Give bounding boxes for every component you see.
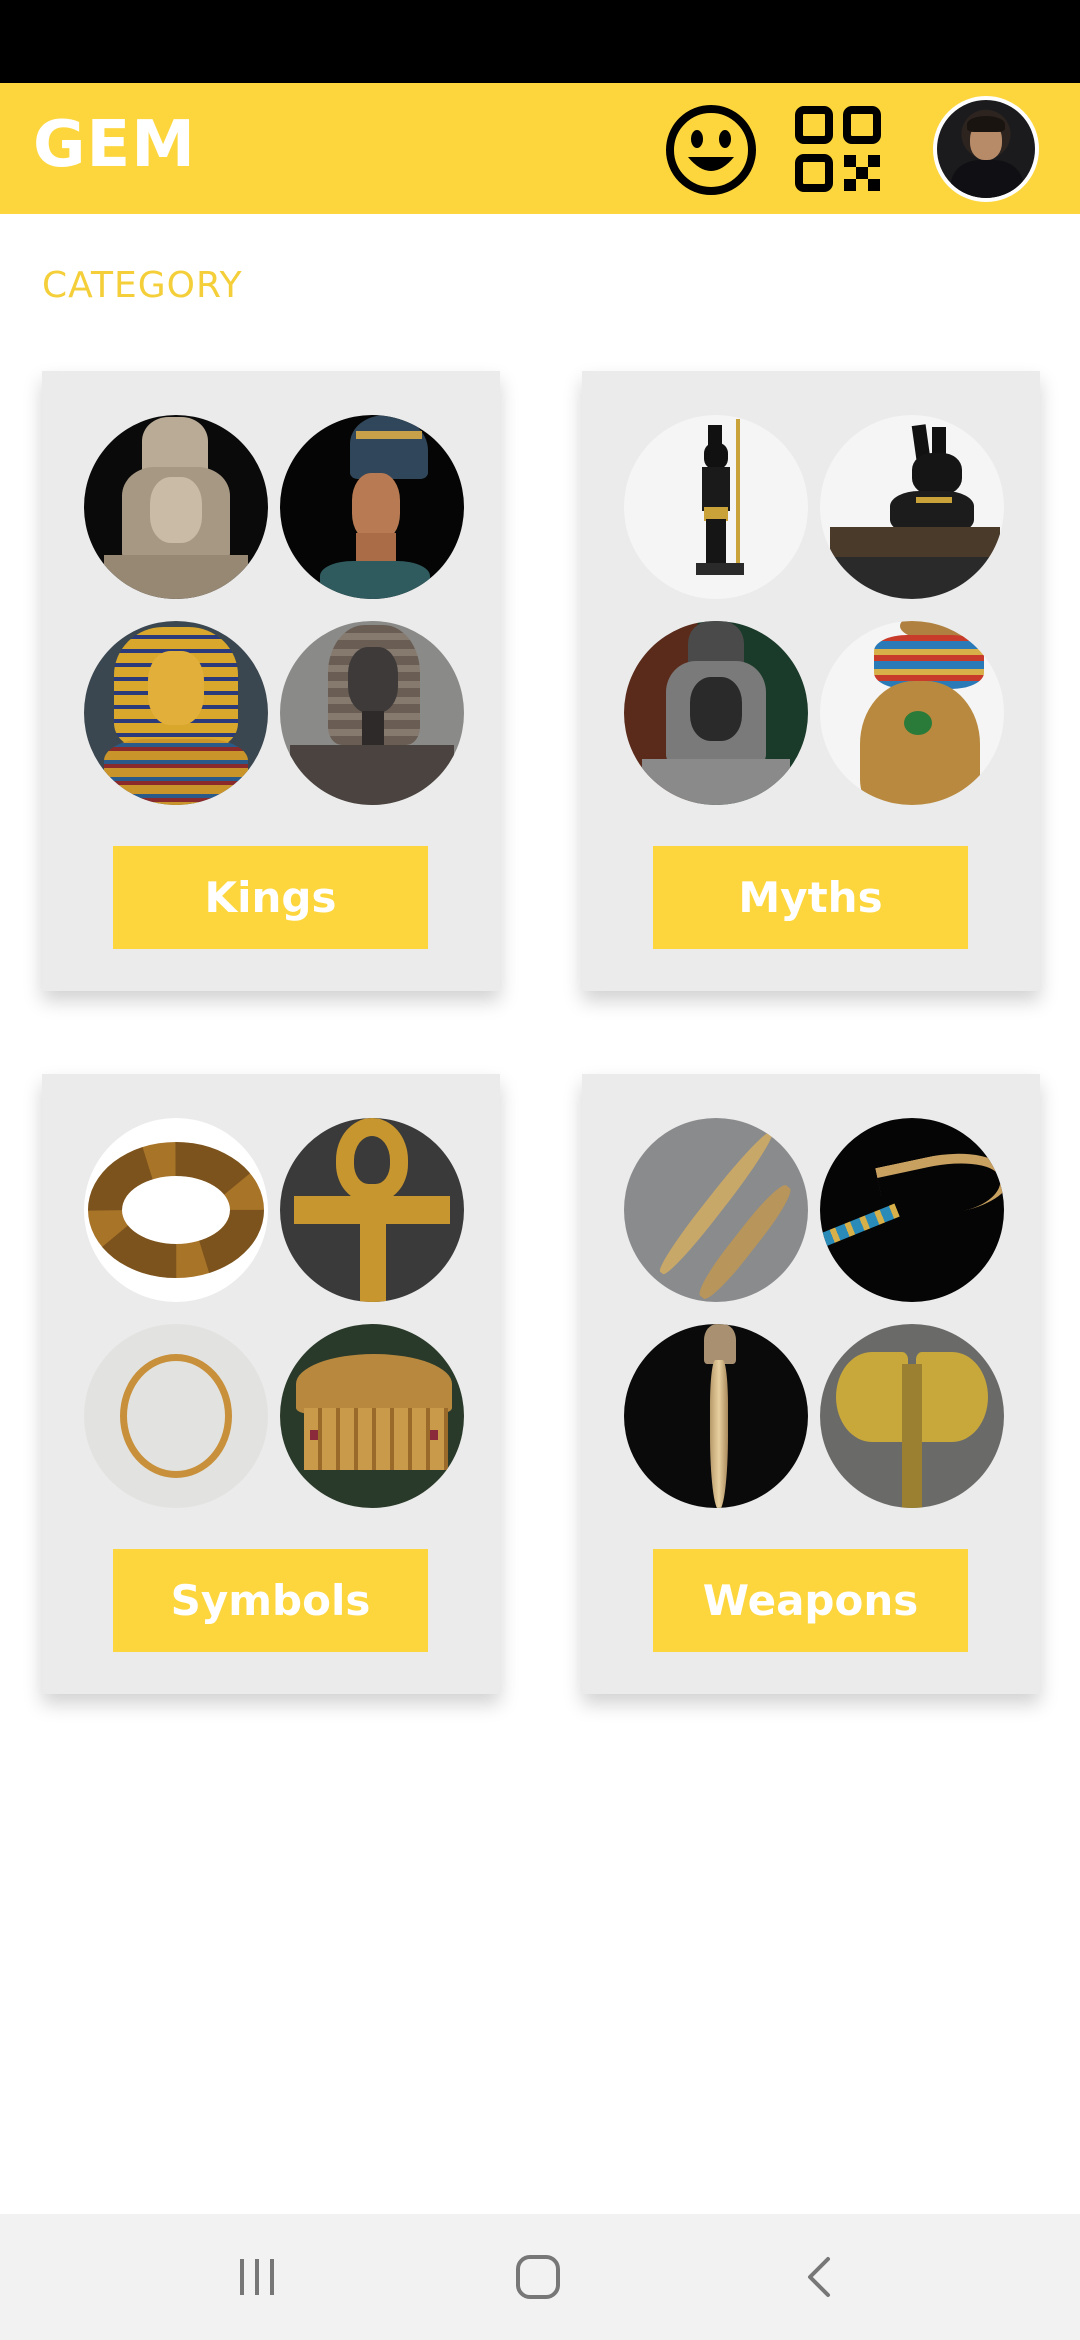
pharaoh-bust-thumbnail (84, 415, 268, 599)
section-label: CATEGORY (42, 265, 243, 306)
anubis-statue-thumbnail (624, 415, 808, 599)
khopesh-sword-thumbnail (820, 1118, 1004, 1302)
ceremonial-scepter-thumbnail (624, 1324, 808, 1508)
recents-icon[interactable] (222, 2244, 292, 2310)
app-bar: GEM (0, 83, 1080, 214)
back-icon[interactable] (785, 2244, 855, 2310)
category-card-kings[interactable]: Kings (42, 371, 500, 991)
double-axe-thumbnail (820, 1324, 1004, 1508)
category-button-symbols[interactable]: Symbols (113, 1549, 428, 1652)
home-icon[interactable] (503, 2244, 573, 2310)
gold-ring-thumbnail (84, 1324, 268, 1508)
gold-collar-necklace-thumbnail (84, 1118, 268, 1302)
qr-code-icon[interactable] (794, 105, 882, 193)
status-bar (0, 0, 1080, 83)
nefertiti-bust-thumbnail (280, 415, 464, 599)
pharaoh-statue-thumbnail (280, 621, 464, 805)
category-button-weapons[interactable]: Weapons (653, 1549, 968, 1652)
golden-chest-thumbnail (280, 1324, 464, 1508)
category-button-kings[interactable]: Kings (113, 846, 428, 949)
golden-ankh-thumbnail (280, 1118, 464, 1302)
app-title: GEM (33, 108, 196, 182)
bastet-cat-thumbnail (820, 621, 1004, 805)
dagger-with-sheath-thumbnail (624, 1118, 808, 1302)
system-navigation-bar (0, 2214, 1080, 2340)
category-card-weapons[interactable]: Weapons (582, 1074, 1040, 1694)
category-button-myths[interactable]: Myths (653, 846, 968, 949)
category-card-symbols[interactable]: Symbols (42, 1074, 500, 1694)
user-avatar[interactable] (933, 96, 1039, 202)
anubis-jackal-thumbnail (820, 415, 1004, 599)
tutankhamun-mask-thumbnail (84, 621, 268, 805)
dark-pharaoh-statue-thumbnail (624, 621, 808, 805)
smiley-face-icon[interactable] (664, 103, 758, 197)
category-card-myths[interactable]: Myths (582, 371, 1040, 991)
